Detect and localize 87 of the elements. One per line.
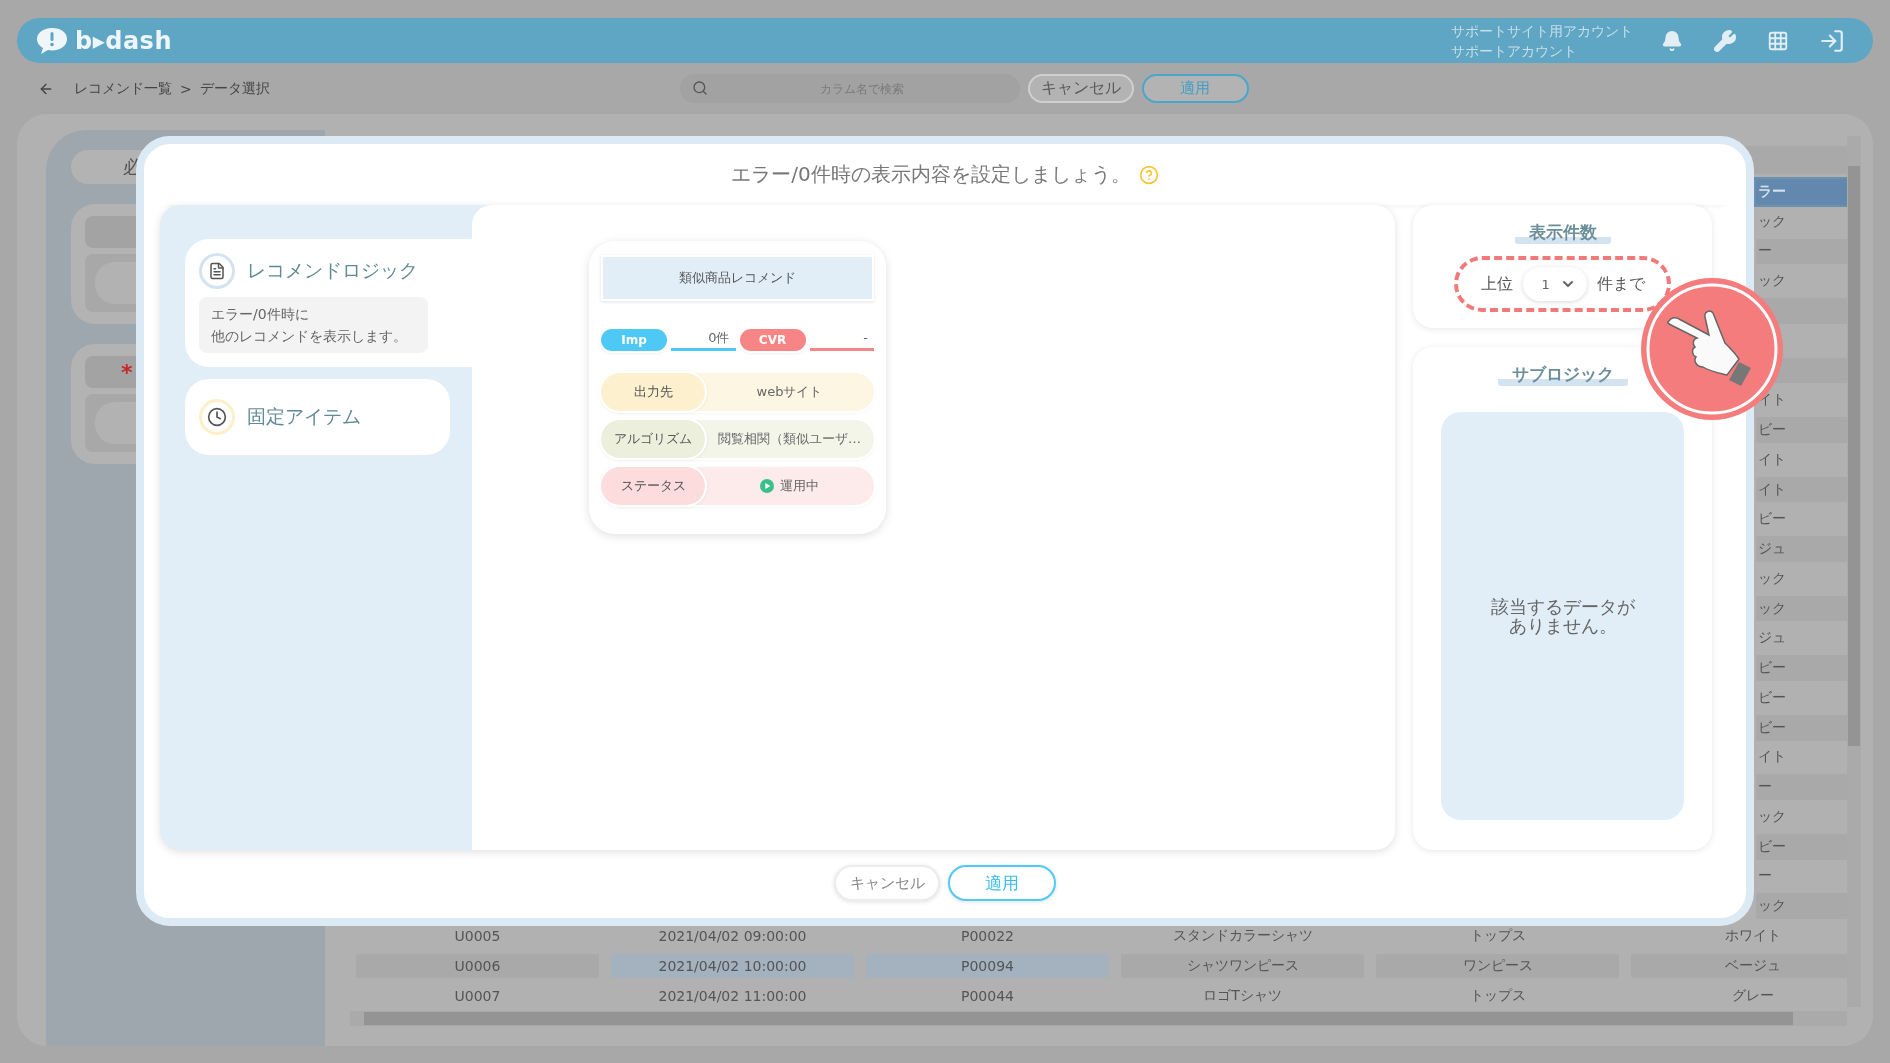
table-cell: ー bbox=[1756, 774, 1847, 801]
cancel-button[interactable]: キャンセル bbox=[1027, 74, 1134, 103]
table-cell-text: 2021/04/02 09:00:00 bbox=[657, 927, 808, 946]
speech-bubble-icon bbox=[35, 25, 69, 56]
empty-message-line: ありません。 bbox=[1508, 616, 1617, 635]
document-icon bbox=[208, 262, 226, 280]
wrench-icon[interactable] bbox=[1713, 28, 1737, 53]
table-cell: イト bbox=[1756, 476, 1847, 503]
table-cell-text: ビー bbox=[1757, 687, 1787, 707]
table-cell: ー bbox=[1756, 238, 1847, 265]
tab-label: レコメンドロジック bbox=[247, 258, 418, 283]
table-cell-text: トップス bbox=[1468, 926, 1527, 945]
help-icon[interactable] bbox=[1138, 164, 1159, 185]
section-title: 表示件数 bbox=[1514, 221, 1611, 244]
table-cell-text: ック bbox=[1757, 271, 1787, 291]
table-cell-text: ー bbox=[1757, 866, 1773, 886]
section-title: サブロジック bbox=[1497, 363, 1628, 386]
metric-label: CVR bbox=[739, 329, 806, 351]
table-cell: ワンピース bbox=[1376, 953, 1619, 978]
table-cell-text: U0005 bbox=[453, 927, 502, 946]
metric-value: - bbox=[809, 329, 874, 351]
info-label: ステータス bbox=[601, 467, 705, 505]
account-name: サポートアカウント bbox=[1451, 41, 1578, 61]
breadcrumb-current: データ選択 bbox=[199, 79, 270, 98]
recommend-card[interactable]: 類似商品レコメンド Imp 0件 CVR - 出力先 webサイト アルゴリズム 閲覧相関（類似ユーザ… ステータス 運用中 bbox=[589, 241, 886, 534]
table-cell-text: 2021/04/02 11:00:00 bbox=[657, 986, 808, 1006]
table-cell: ベージュ bbox=[1631, 953, 1847, 978]
table-cell: 2021/04/02 10:00:00 bbox=[611, 953, 854, 978]
search-icon bbox=[691, 80, 708, 96]
table-cell-text: P00022 bbox=[960, 927, 1015, 946]
table-cell: ジュ bbox=[1756, 536, 1847, 562]
breadcrumb-separator: > bbox=[180, 80, 192, 97]
info-value: webサイト bbox=[756, 383, 823, 401]
grid-icon[interactable] bbox=[1767, 29, 1789, 52]
table-cell: ック bbox=[1756, 893, 1847, 920]
info-label: アルゴリズム bbox=[601, 420, 705, 458]
clock-icon bbox=[207, 407, 227, 427]
count-suffix: 件まで bbox=[1596, 273, 1645, 295]
logic-tab[interactable]: 固定アイテム bbox=[185, 379, 450, 455]
table-cell-text: ビー bbox=[1757, 509, 1787, 529]
play-icon bbox=[760, 479, 774, 493]
vertical-scrollbar[interactable] bbox=[1847, 136, 1861, 1007]
table-cell-text: ホワイト bbox=[1723, 926, 1782, 945]
table-cell-text: ック bbox=[1757, 806, 1787, 826]
table-cell: U0006 bbox=[356, 953, 599, 978]
table-cell: P00094 bbox=[866, 953, 1109, 978]
table-cell: ビー bbox=[1756, 833, 1847, 860]
bell-icon[interactable] bbox=[1661, 29, 1683, 52]
table-cell-text: トップス bbox=[1468, 985, 1527, 1005]
table-cell-text: U0007 bbox=[453, 986, 502, 1006]
table-cell-text: ロゴTシャツ bbox=[1202, 985, 1283, 1005]
table-cell-text: グレー bbox=[1730, 985, 1775, 1005]
table-cell: シャツワンピース bbox=[1121, 953, 1364, 978]
table-cell: ビー bbox=[1756, 417, 1847, 443]
account-name: サポートサイト用アカウント bbox=[1451, 21, 1633, 41]
table-cell: ビー bbox=[1756, 714, 1847, 741]
table-cell-text: P00044 bbox=[960, 986, 1015, 1006]
horizontal-scrollbar[interactable] bbox=[350, 1011, 1847, 1026]
description-line: 他のレコメンドを表示します。 bbox=[211, 327, 407, 346]
table-cell: ック bbox=[1756, 595, 1847, 622]
table-cell-text: スタンドカラーシャツ bbox=[1171, 926, 1314, 945]
dialog-title: エラー/0件時の表示内容を設定しましょう。 bbox=[731, 161, 1131, 188]
table-cell-text: ジュ bbox=[1757, 628, 1787, 648]
count-select[interactable]: 1 bbox=[1522, 267, 1587, 301]
metric-value: 0件 bbox=[671, 329, 736, 351]
logic-tab[interactable]: レコメンドロジック エラー/0件時に 他のレコメンドを表示します。 bbox=[185, 239, 472, 367]
card-title: 類似商品レコメンド bbox=[601, 255, 874, 301]
info-value: 閲覧相関（類似ユーザ… bbox=[718, 430, 861, 448]
apply-button[interactable]: 適用 bbox=[948, 865, 1056, 901]
empty-message-line: 該当するデータが bbox=[1490, 597, 1635, 616]
table-cell: ビー bbox=[1756, 655, 1847, 681]
table-cell-text: イト bbox=[1757, 449, 1787, 469]
count-prefix: 上位 bbox=[1480, 273, 1513, 295]
info-value: 運用中 bbox=[780, 477, 819, 495]
cancel-button[interactable]: キャンセル bbox=[834, 865, 940, 901]
table-cell-text: イト bbox=[1757, 390, 1787, 410]
table-cell-text: ック bbox=[1757, 211, 1787, 231]
logo-text: b▸dash bbox=[75, 26, 172, 55]
metric-label: Imp bbox=[601, 329, 667, 351]
table-cell-text: イト bbox=[1757, 747, 1787, 767]
sign-in-icon[interactable] bbox=[1819, 27, 1845, 54]
info-label: 出力先 bbox=[601, 373, 705, 411]
table-cell: ラー bbox=[1756, 179, 1847, 205]
description-line: エラー/0件時に bbox=[211, 305, 309, 324]
tab-label: 固定アイテム bbox=[247, 404, 361, 429]
table-cell-text: ック bbox=[1757, 568, 1787, 588]
breadcrumb-link[interactable]: レコメンド一覧 bbox=[74, 79, 172, 98]
